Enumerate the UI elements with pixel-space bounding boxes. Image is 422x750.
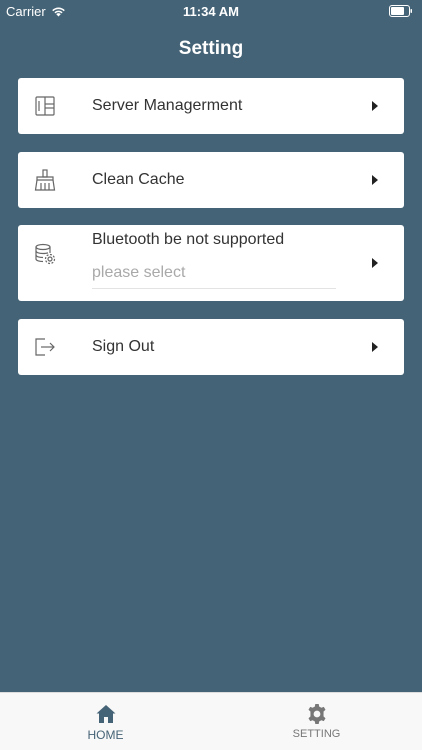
sign-out-icon (34, 336, 56, 358)
battery-icon (389, 5, 412, 17)
gear-icon (308, 704, 325, 724)
database-gear-icon (34, 243, 56, 265)
clock: 11:34 AM (183, 4, 239, 19)
tab-setting[interactable]: SETTING (211, 693, 422, 750)
chevron-right-icon (372, 258, 378, 268)
tab-bar: HOME SETTING (0, 692, 422, 750)
home-icon (96, 705, 115, 723)
chevron-right-icon (372, 175, 378, 185)
clean-cache-label: Clean Cache (92, 171, 185, 188)
broom-icon (34, 169, 56, 191)
sign-out-label: Sign Out (92, 338, 155, 355)
chevron-right-icon (372, 101, 378, 111)
sign-out-item[interactable]: Sign Out (18, 319, 404, 375)
chevron-right-icon (372, 342, 378, 352)
bluetooth-label: Bluetooth be not supported (92, 231, 285, 248)
tab-setting-label: SETTING (292, 728, 341, 740)
tab-home[interactable]: HOME (0, 693, 211, 750)
server-panel-icon (34, 95, 56, 117)
bluetooth-select-input[interactable] (92, 263, 336, 289)
clean-cache-item[interactable]: Clean Cache (18, 152, 404, 208)
page-title: Setting (178, 38, 244, 59)
tab-home-label: HOME (87, 728, 124, 742)
bluetooth-item[interactable]: Bluetooth be not supported (18, 225, 404, 301)
server-management-label: Server Managerment (92, 97, 243, 114)
status-bar: Carrier 11:34 AM (0, 0, 422, 22)
server-management-item[interactable]: Server Managerment (18, 78, 404, 134)
